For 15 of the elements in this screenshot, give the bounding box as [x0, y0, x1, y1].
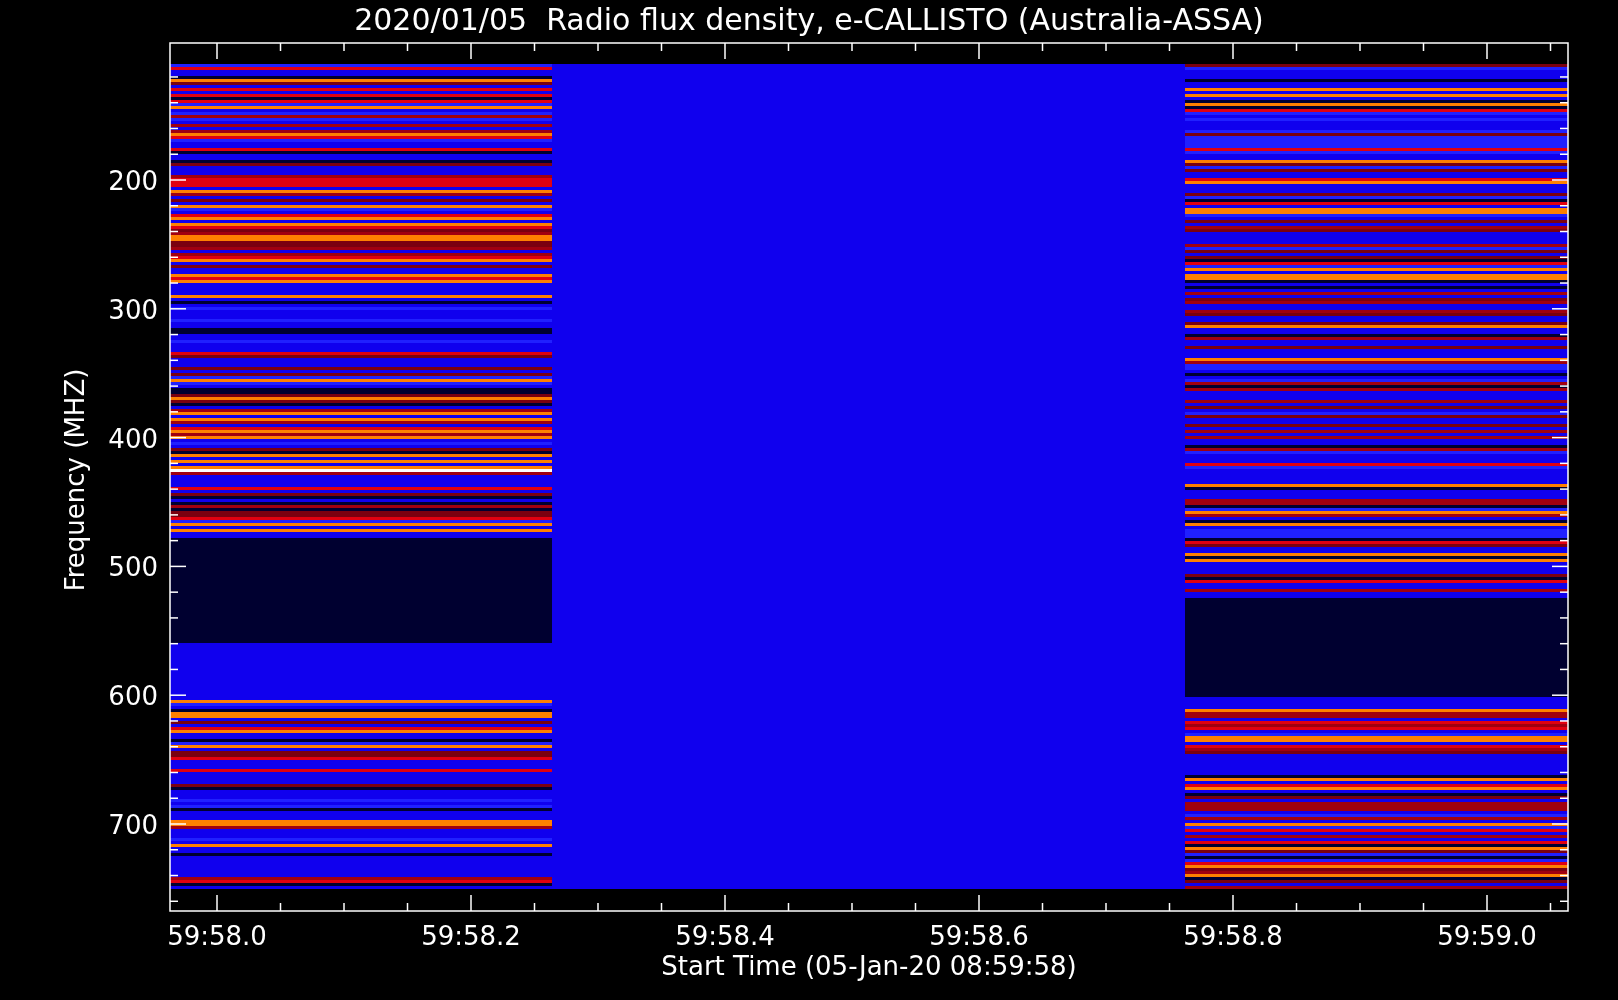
y-tick-label: 500 [108, 552, 158, 583]
y-tick-label: 300 [108, 294, 158, 325]
y-axis-label: Frequency (MHZ) [60, 368, 90, 592]
x-tick-label: 59:58.8 [1183, 921, 1283, 951]
x-tick-label: 59:58.4 [675, 921, 775, 951]
x-axis-label: Start Time (05-Jan-20 08:59:58) [661, 951, 1077, 981]
x-tick-label: 59:58.2 [421, 921, 521, 951]
y-tick-label: 700 [108, 810, 158, 840]
x-tick-label: 59:59.0 [1437, 921, 1537, 951]
y-tick-label: 200 [108, 166, 158, 196]
x-tick-label: 59:58.0 [167, 921, 267, 951]
chart-title: 2020/01/05 Radio flux density, e-CALLISTO (Australia-ASSA) [354, 2, 1264, 37]
y-tick-label: 600 [108, 681, 158, 712]
x-tick-label: 59:58.6 [929, 921, 1029, 951]
y-tick-label: 400 [108, 423, 158, 454]
